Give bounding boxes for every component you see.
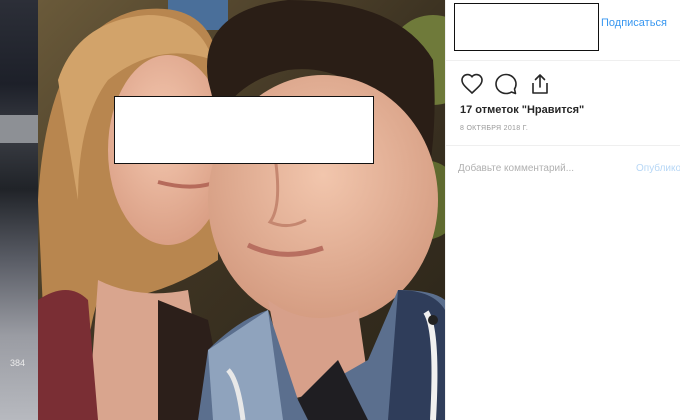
share-icon[interactable] — [528, 72, 552, 96]
likes-count[interactable]: 17 отметок "Нравится" — [460, 104, 584, 116]
post-photo[interactable] — [38, 0, 445, 420]
photo-image — [38, 0, 445, 420]
comment-input[interactable] — [458, 158, 628, 178]
publish-button[interactable]: Опубликовать — [636, 163, 680, 174]
follow-button[interactable]: Подписаться — [601, 17, 667, 29]
post-date: 8 ОКТЯБРЯ 2018 Г. — [460, 125, 529, 132]
post-side-panel: Подписаться 17 отметок "Нравится" 8 ОКТЯ… — [445, 0, 680, 420]
comment-section: Опубликовать — [446, 145, 680, 191]
face-redaction-box — [114, 96, 374, 164]
post-header: Подписаться — [446, 0, 680, 61]
heart-icon[interactable] — [460, 72, 484, 96]
previous-post-counter: 384 — [10, 358, 26, 368]
previous-post-strip[interactable]: 384 — [0, 0, 38, 420]
comment-icon[interactable] — [494, 72, 518, 96]
username-redaction-box — [454, 3, 599, 51]
previous-post-band — [0, 115, 38, 143]
post-actions — [460, 72, 552, 98]
